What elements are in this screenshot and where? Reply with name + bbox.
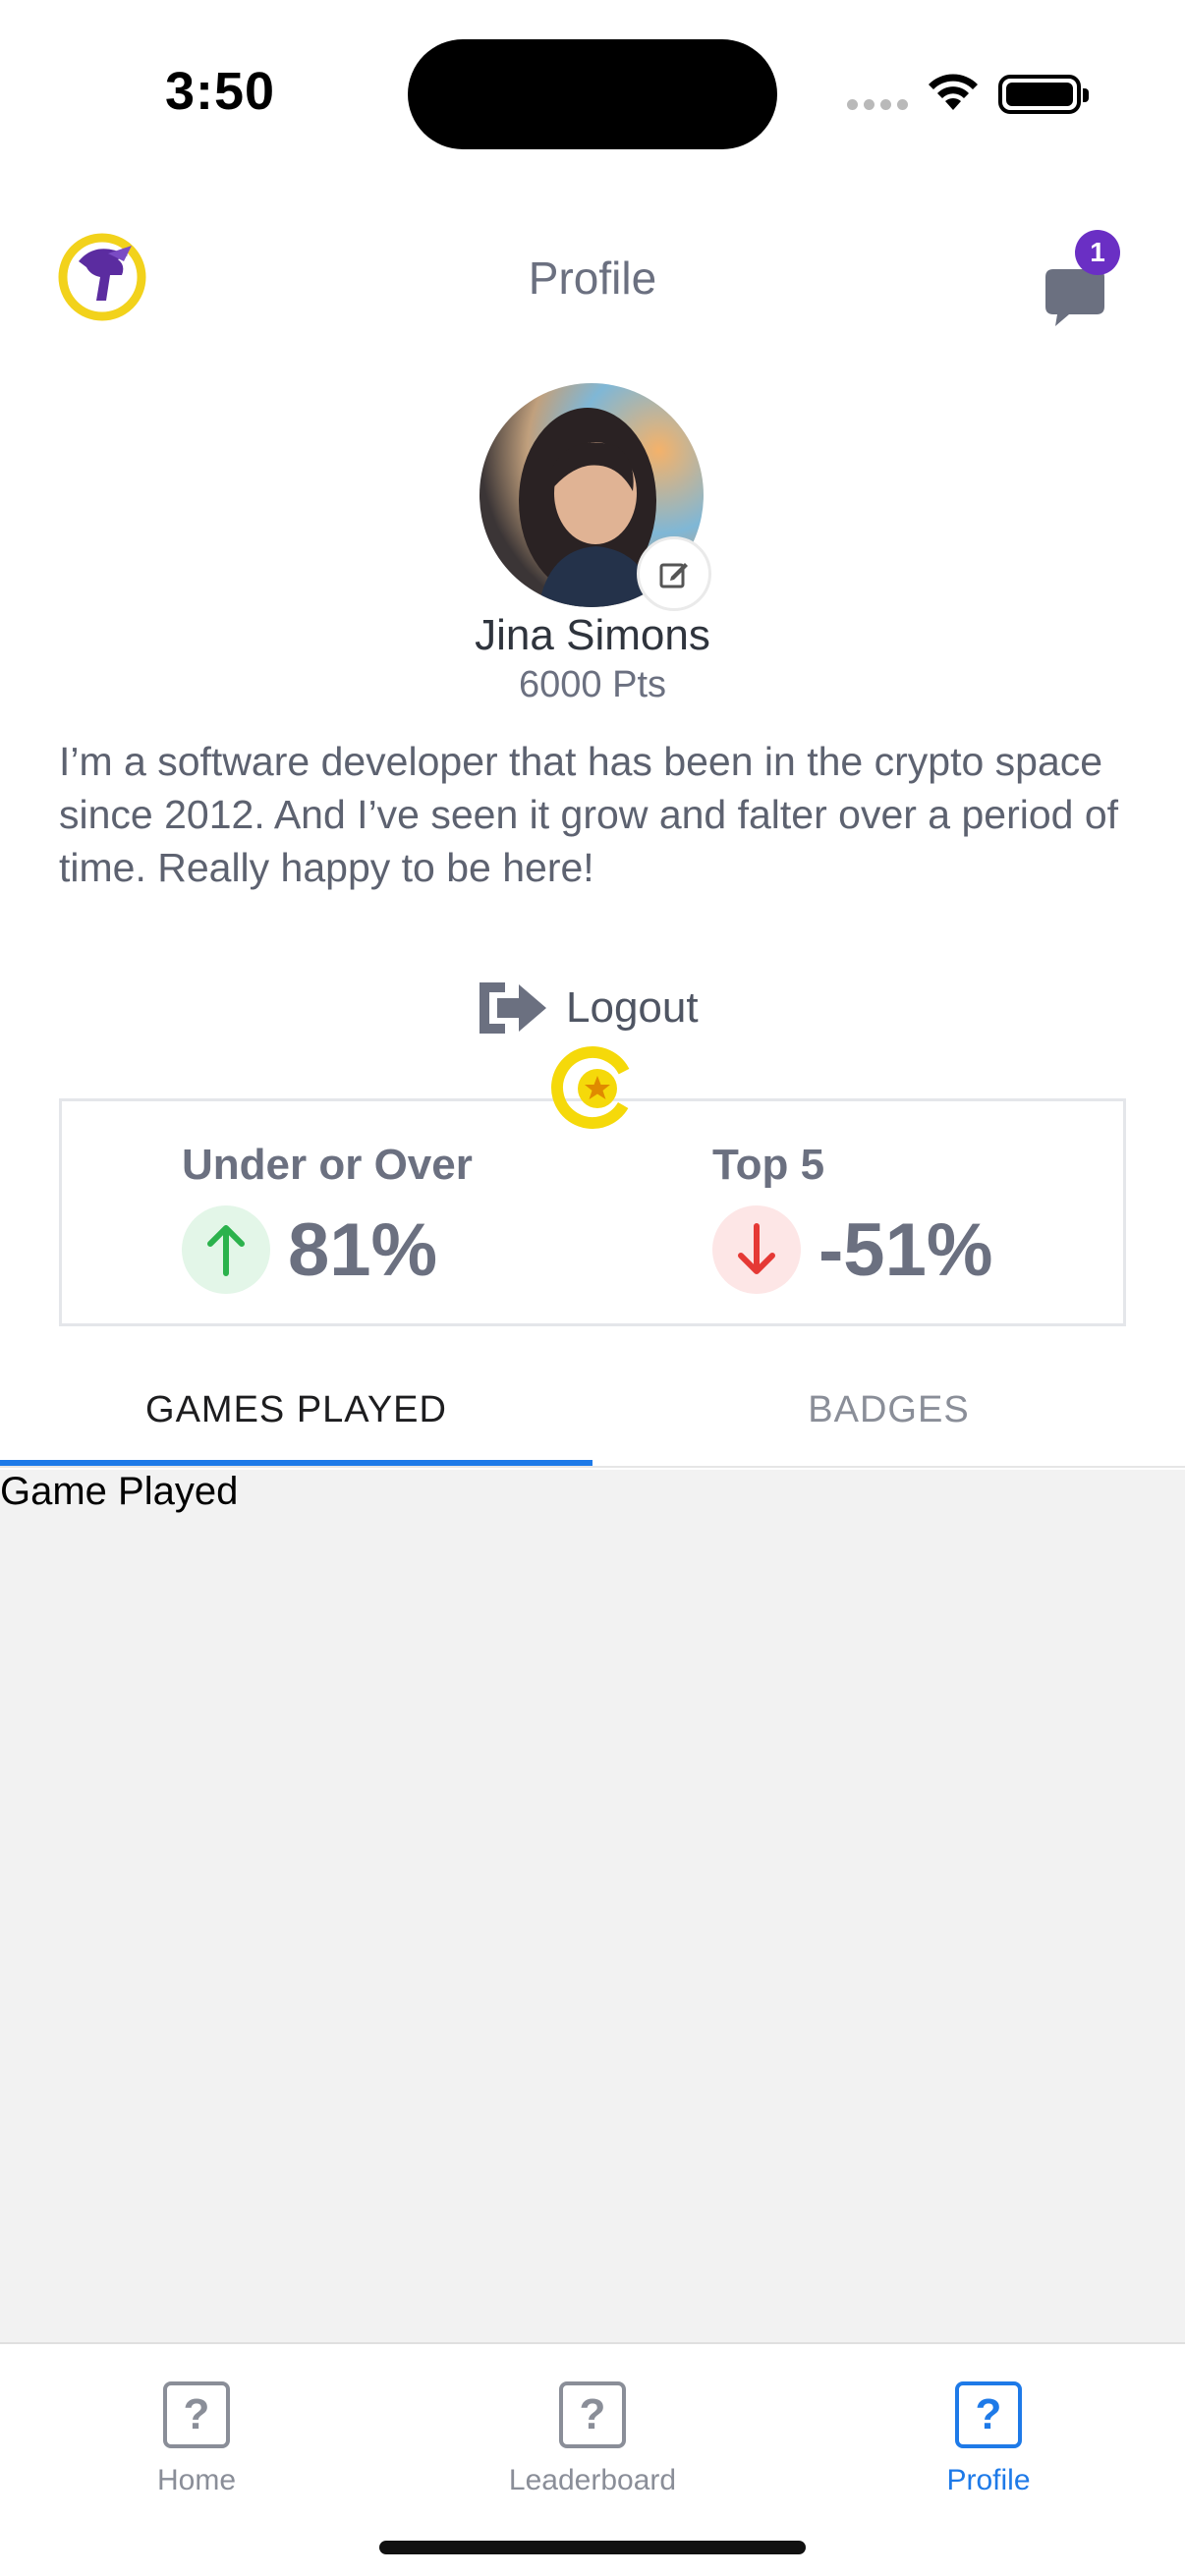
logout-button[interactable]: Logout [476, 973, 699, 1043]
stat-under-or-over: Under or Over 81% [182, 1141, 473, 1294]
edit-avatar-button[interactable] [637, 536, 711, 611]
panel-label: Game Played [0, 1470, 239, 1513]
arrow-up-icon [182, 1205, 270, 1294]
nav-item-home[interactable]: ? Home [0, 2366, 393, 2513]
nav-label: Leaderboard [508, 2464, 677, 2496]
battery-icon [998, 75, 1089, 114]
stat-value: -51% [818, 1207, 993, 1292]
arrow-down-icon [712, 1205, 801, 1294]
logout-icon [480, 982, 546, 1034]
tab-bar: GAMES PLAYED BADGES [0, 1352, 1185, 1468]
stats-card: Under or Over 81% Top 5 -51% [59, 1098, 1126, 1326]
status-bar: 3:50 [0, 0, 1185, 187]
nav-item-leaderboard[interactable]: ? Leaderboard [396, 2366, 789, 2513]
nav-item-profile[interactable]: ? Profile [792, 2366, 1185, 2513]
user-bio: I’m a software developer that has been i… [59, 739, 1119, 890]
games-played-panel: Game Played [0, 1470, 1185, 2342]
question-icon: ? [163, 2381, 230, 2448]
nav-label: Profile [946, 2464, 1031, 2496]
stat-label: Top 5 [712, 1141, 825, 1189]
stat-label: Under or Over [182, 1141, 473, 1189]
page-title: Profile [528, 252, 657, 304]
stat-value: 81% [288, 1207, 438, 1292]
cellular-signal-icon [847, 99, 908, 110]
header: Profile [0, 196, 1185, 364]
user-name: Jina Simons [475, 611, 710, 659]
user-points: 6000 Pts [519, 664, 666, 705]
nav-label: Home [156, 2464, 237, 2496]
status-time: 3:50 [165, 62, 276, 121]
dynamic-island [408, 39, 777, 149]
tab-badges[interactable]: BADGES [592, 1352, 1185, 1468]
stat-top-5: Top 5 -51% [712, 1141, 992, 1294]
logout-label: Logout [566, 983, 699, 1032]
coin-icon [551, 1046, 634, 1129]
notification-badge: 1 [1075, 230, 1120, 275]
wifi-icon [929, 74, 978, 110]
tab-indicator [0, 1460, 592, 1466]
edit-icon [659, 563, 688, 588]
question-icon: ? [955, 2381, 1022, 2448]
tab-games-played[interactable]: GAMES PLAYED [0, 1352, 592, 1468]
question-icon: ? [559, 2381, 626, 2448]
home-indicator [379, 2541, 806, 2554]
